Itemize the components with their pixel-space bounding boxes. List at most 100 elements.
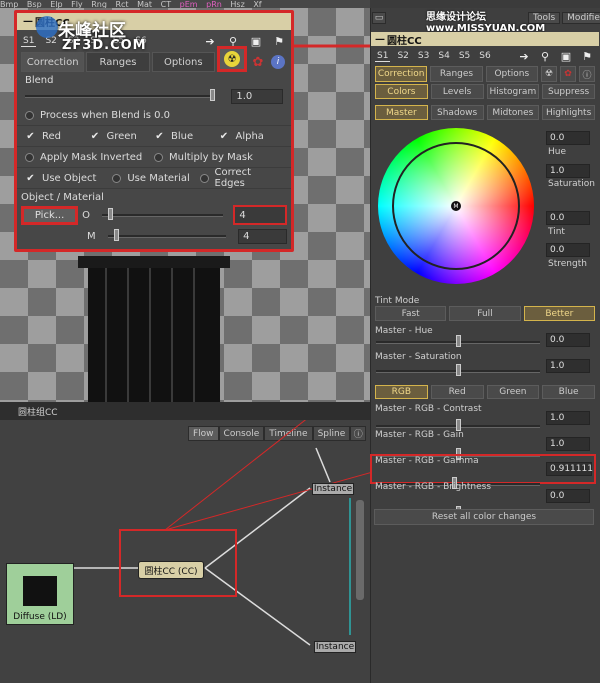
tool-rct[interactable]: Rct [115, 0, 128, 8]
better-button[interactable]: Better [523, 306, 595, 321]
tab-options[interactable]: Options [485, 66, 538, 82]
tool-bmp[interactable]: Bmp [0, 0, 18, 8]
color-wheel[interactable]: M [378, 128, 534, 284]
multiply-mask-radio[interactable] [154, 152, 163, 162]
master-hue-knob[interactable] [456, 335, 461, 347]
subtab-s1[interactable]: S1 [21, 36, 37, 47]
use-material-radio[interactable] [112, 173, 122, 183]
suppress-button[interactable]: Suppress [542, 84, 595, 99]
blend-slider[interactable] [25, 88, 215, 101]
material-id-knob[interactable] [113, 228, 119, 241]
instance-node-1[interactable]: Instance [312, 483, 354, 495]
mask-inverted-radio[interactable] [25, 152, 34, 162]
blue-checkbox[interactable]: ✔ [154, 131, 165, 142]
rgb-button[interactable]: RGB [375, 385, 428, 399]
green-checkbox[interactable]: ✔ [90, 131, 101, 142]
common-controls-button[interactable]: ☢ [216, 46, 247, 72]
reset-button[interactable]: Reset all color changes [374, 509, 594, 525]
cc-node[interactable]: 圆柱CC (CC) [138, 561, 204, 579]
highlights-button[interactable]: Highlights [542, 105, 595, 120]
tool-bsp[interactable]: Bsp [27, 0, 42, 8]
master-saturation-value[interactable]: 1.0 [546, 359, 590, 373]
tool-pem[interactable]: pEm [180, 0, 198, 8]
shadows-button[interactable]: Shadows [430, 105, 484, 120]
master-hue-slider[interactable] [376, 335, 540, 347]
wheel-marker[interactable]: M [451, 201, 461, 211]
gain-value[interactable]: 1.0 [546, 437, 590, 451]
material-id-value[interactable]: 4 [238, 228, 287, 244]
colors-button[interactable]: Colors [375, 84, 428, 99]
green-button[interactable]: Green [486, 385, 540, 399]
tool-rng[interactable]: Rng [91, 0, 107, 8]
gear-icon[interactable]: ✿ [249, 52, 267, 72]
info-icon[interactable]: i [269, 52, 287, 72]
subtab-s4[interactable]: S4 [436, 51, 451, 61]
blend-slider-knob[interactable] [210, 88, 215, 101]
object-id-slider[interactable] [102, 207, 224, 220]
tool-ct[interactable]: CT [161, 0, 171, 8]
pin-icon[interactable]: ⚲ [537, 49, 553, 63]
tool-elp[interactable]: Elp [50, 0, 62, 8]
gear-icon[interactable]: ✿ [559, 66, 576, 82]
arrow-icon[interactable]: ➔ [202, 34, 218, 48]
radiation-icon[interactable]: ☢ [540, 66, 557, 82]
master-hue-value[interactable]: 0.0 [546, 333, 590, 347]
subtab-s3[interactable]: S3 [416, 51, 431, 61]
object-id-knob[interactable] [108, 207, 114, 220]
arrow-icon[interactable]: ➔ [516, 49, 532, 63]
save-icon[interactable]: ▣ [248, 34, 264, 48]
use-object-checkbox[interactable]: ✔ [25, 173, 36, 184]
flow-scrollbar[interactable] [356, 500, 364, 600]
red-button[interactable]: Red [430, 385, 484, 399]
full-button[interactable]: Full [449, 306, 521, 321]
diffuse-node[interactable]: Diffuse (LD) [6, 563, 74, 625]
tool-xf[interactable]: Xf [253, 0, 261, 8]
histogram-button[interactable]: Histogram [486, 84, 540, 99]
tool-hsz[interactable]: Hsz [230, 0, 244, 8]
master-saturation-knob[interactable] [456, 364, 461, 376]
fast-button[interactable]: Fast [375, 306, 447, 321]
subtab-s5[interactable]: S5 [457, 51, 472, 61]
levels-button[interactable]: Levels [430, 84, 484, 99]
material-id-slider[interactable] [107, 228, 227, 241]
process-radio[interactable] [25, 110, 34, 120]
flag-icon[interactable]: ⚑ [579, 49, 595, 63]
instance-node-2[interactable]: Instance [314, 641, 356, 653]
inspector-title-bar[interactable]: — 圆柱CC [371, 32, 599, 47]
object-id-value[interactable]: 4 [233, 205, 287, 225]
correct-edges-radio[interactable] [199, 173, 209, 183]
midtones-button[interactable]: Midtones [486, 105, 540, 120]
gamma-value[interactable]: 0.911111 [546, 462, 593, 476]
master-saturation-slider[interactable] [376, 364, 540, 376]
saturation-value[interactable]: 1.0 [546, 164, 590, 178]
subtab-s2[interactable]: S2 [395, 51, 410, 61]
tool-bar: Bmp Bsp Elp Fly Rng Rct Mat CT pEm pRn H… [0, 0, 370, 8]
pick-button[interactable]: Pick... [21, 205, 79, 225]
info-icon[interactable]: ⓘ [578, 66, 595, 82]
collapse-icon[interactable]: — [21, 16, 35, 27]
range-buttons: Master Shadows Midtones Highlights [371, 105, 599, 120]
strength-value[interactable]: 0.0 [546, 243, 590, 257]
tool-prn[interactable]: pRn [206, 0, 222, 8]
subtab-s6[interactable]: S6 [477, 51, 492, 61]
collapse-icon[interactable]: — [375, 34, 387, 45]
tool-mat[interactable]: Mat [137, 0, 152, 8]
red-checkbox[interactable]: ✔ [25, 131, 36, 142]
subtab-s1[interactable]: S1 [375, 51, 391, 62]
blend-value[interactable]: 1.0 [231, 88, 283, 104]
hue-value[interactable]: 0.0 [546, 131, 590, 145]
tool-fly[interactable]: Fly [71, 0, 83, 8]
tab-correction[interactable]: Correction [375, 66, 428, 82]
save-icon[interactable]: ▣ [558, 49, 574, 63]
master-button[interactable]: Master [375, 105, 428, 120]
flag-icon[interactable]: ⚑ [271, 34, 287, 48]
tab-ranges[interactable]: Ranges [430, 66, 483, 82]
contrast-slider[interactable] [376, 419, 540, 431]
contrast-value[interactable]: 1.0 [546, 411, 590, 425]
collapse-icon[interactable]: ▭ [372, 12, 386, 24]
blue-button[interactable]: Blue [542, 385, 595, 399]
tab-options[interactable]: Options [151, 52, 215, 72]
tint-value[interactable]: 0.0 [546, 211, 590, 225]
brightness-value[interactable]: 0.0 [546, 489, 590, 503]
alpha-checkbox[interactable]: ✔ [219, 131, 230, 142]
